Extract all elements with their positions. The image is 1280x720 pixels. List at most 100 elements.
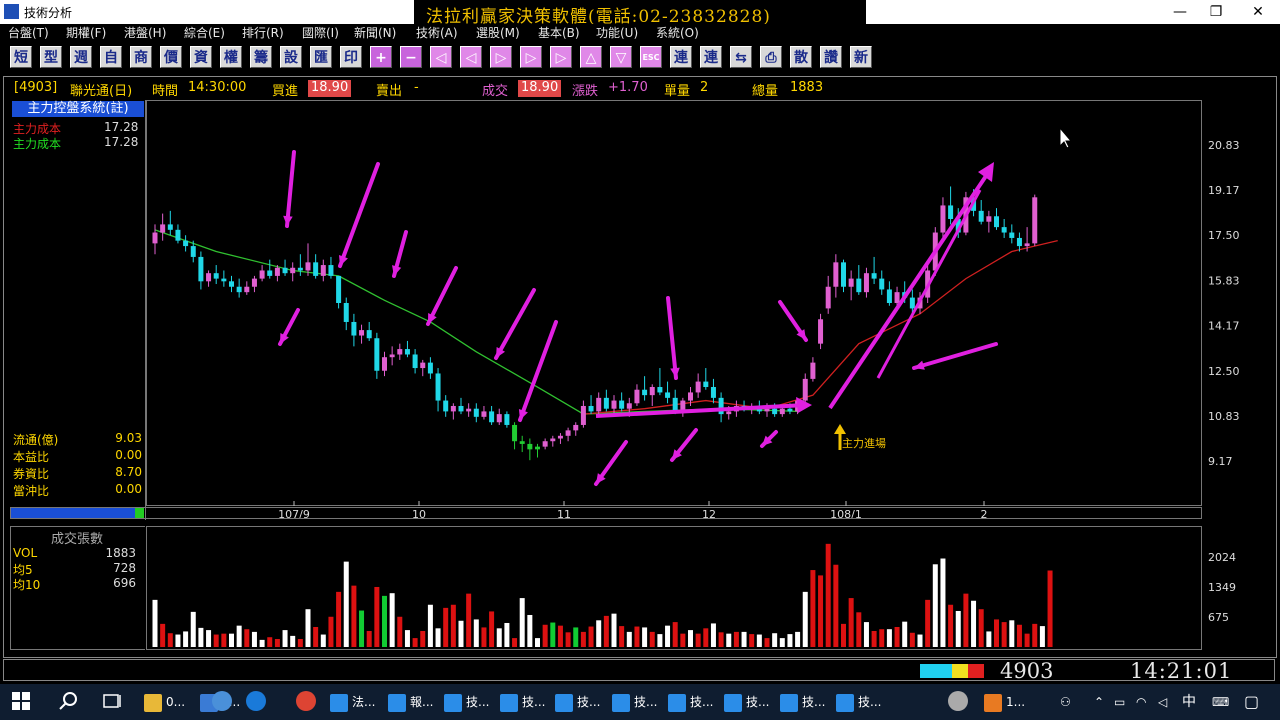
chrome-icon[interactable] bbox=[296, 691, 316, 711]
taskbar-item[interactable]: 技... bbox=[555, 686, 600, 718]
candle-body bbox=[389, 354, 395, 358]
task-view-icon[interactable] bbox=[102, 692, 122, 710]
volume-chart-area bbox=[146, 526, 1202, 650]
battery-icon: ▭ bbox=[1114, 695, 1126, 709]
windows-start-icon[interactable] bbox=[12, 692, 30, 710]
taskbar-item[interactable]: 技... bbox=[668, 686, 713, 718]
candle-body bbox=[611, 400, 617, 409]
wifi-icon[interactable]: ◠ bbox=[1136, 686, 1146, 718]
taskbar-item-label: 法... bbox=[352, 695, 376, 709]
candle-body bbox=[603, 397, 609, 409]
taskbar-item[interactable]: 技... bbox=[444, 686, 489, 718]
ime-indicator[interactable]: 中 bbox=[1182, 686, 1196, 718]
price-tick-label: 19.17 bbox=[1208, 184, 1240, 197]
candle-body bbox=[672, 397, 678, 412]
tray-chevron-icon[interactable]: ⌃ bbox=[1094, 686, 1104, 718]
candle-body bbox=[504, 414, 510, 425]
candle-body bbox=[565, 430, 571, 436]
taskbar-item[interactable]: 技... bbox=[500, 686, 545, 718]
taskbar-item-label: 技... bbox=[522, 695, 546, 709]
candle-body bbox=[848, 278, 854, 287]
candle-body bbox=[871, 273, 877, 279]
candle-body bbox=[703, 381, 709, 388]
candle-body bbox=[986, 216, 992, 222]
candle-body bbox=[596, 397, 602, 412]
candle-body bbox=[1024, 243, 1030, 247]
candle-body bbox=[718, 397, 724, 415]
candle-body bbox=[802, 378, 808, 401]
candle-body bbox=[619, 400, 625, 409]
desktop-icon[interactable] bbox=[212, 691, 232, 711]
candle-body bbox=[274, 267, 280, 276]
candle-body bbox=[886, 289, 892, 303]
taskbar-item[interactable]: 0... bbox=[144, 686, 185, 718]
app-icon bbox=[500, 693, 518, 712]
taskbar-item-label: 報... bbox=[410, 695, 434, 709]
chart-scrollbar[interactable] bbox=[10, 507, 1202, 519]
taskbar-item-label: 技... bbox=[802, 695, 826, 709]
taskbar-item[interactable]: 技... bbox=[612, 686, 657, 718]
candle-body bbox=[328, 265, 334, 276]
ma10-label: 均10 bbox=[13, 578, 41, 592]
candle-body bbox=[221, 278, 227, 282]
taskbar-item-label: 0... bbox=[166, 695, 186, 709]
people-icon[interactable]: ⚇ bbox=[1060, 686, 1071, 718]
keyboard-icon[interactable]: ⌨ bbox=[1212, 686, 1229, 718]
candle-body bbox=[542, 441, 548, 447]
app-icon bbox=[388, 693, 406, 712]
status-block bbox=[936, 664, 952, 678]
candle-body bbox=[978, 210, 984, 222]
candle-body bbox=[1009, 232, 1015, 238]
app-icon bbox=[555, 693, 573, 712]
candle-body bbox=[450, 405, 456, 412]
candle-body bbox=[466, 408, 472, 412]
taskbar-item[interactable]: 技... bbox=[780, 686, 825, 718]
price-tick-label: 9.17 bbox=[1208, 455, 1233, 468]
browser-icon[interactable] bbox=[246, 691, 266, 711]
price-tick-label: 20.83 bbox=[1208, 139, 1240, 152]
taskbar-item-label: 1... bbox=[1006, 695, 1026, 709]
candle-body bbox=[841, 262, 846, 287]
app-icon bbox=[780, 693, 798, 712]
candle-body bbox=[519, 441, 525, 444]
annotation-arrow bbox=[285, 150, 296, 228]
entry-annotation: 主力進場 bbox=[842, 437, 886, 450]
candle-body bbox=[657, 387, 663, 393]
candle-body bbox=[496, 414, 502, 423]
scrollbar-fill bbox=[11, 508, 135, 518]
candle-body bbox=[427, 362, 433, 374]
ma-green-line bbox=[154, 229, 798, 415]
taskbar-item[interactable]: 報... bbox=[388, 686, 433, 718]
status-bar bbox=[3, 659, 1275, 681]
candle-body bbox=[473, 408, 479, 417]
candle-body bbox=[1016, 237, 1022, 247]
volume-icon[interactable]: ◁ bbox=[1158, 686, 1167, 718]
app-icon bbox=[836, 693, 854, 712]
candle-body bbox=[726, 411, 732, 415]
taskbar-item[interactable]: 技... bbox=[724, 686, 769, 718]
candle-body bbox=[213, 273, 219, 279]
trend-line bbox=[828, 168, 992, 410]
scrollbar-thumb[interactable] bbox=[135, 508, 144, 518]
candle-body bbox=[160, 224, 166, 233]
ma5-value: 728 bbox=[113, 561, 136, 575]
vol-value: 1883 bbox=[105, 546, 136, 560]
candle-body bbox=[710, 387, 716, 398]
app-icon bbox=[612, 693, 630, 712]
vol-label: VOL bbox=[13, 546, 38, 560]
candle-body bbox=[152, 232, 158, 244]
taskbar-item[interactable]: 法... bbox=[330, 686, 375, 718]
candle-body bbox=[649, 387, 655, 396]
taskbar-item[interactable]: 技... bbox=[836, 686, 881, 718]
candle-body bbox=[198, 256, 204, 282]
candle-body bbox=[940, 205, 946, 233]
notification-icon[interactable]: ▢ bbox=[1244, 686, 1259, 718]
candle-body bbox=[374, 338, 380, 371]
taskbar-item[interactable]: 1... bbox=[984, 686, 1025, 718]
candle-body bbox=[259, 270, 265, 279]
status-clock: 14:21:01 bbox=[1130, 659, 1233, 683]
status-block bbox=[920, 664, 936, 678]
candle-body bbox=[251, 278, 257, 287]
paint-icon[interactable] bbox=[948, 691, 968, 711]
search-icon[interactable] bbox=[58, 690, 80, 712]
